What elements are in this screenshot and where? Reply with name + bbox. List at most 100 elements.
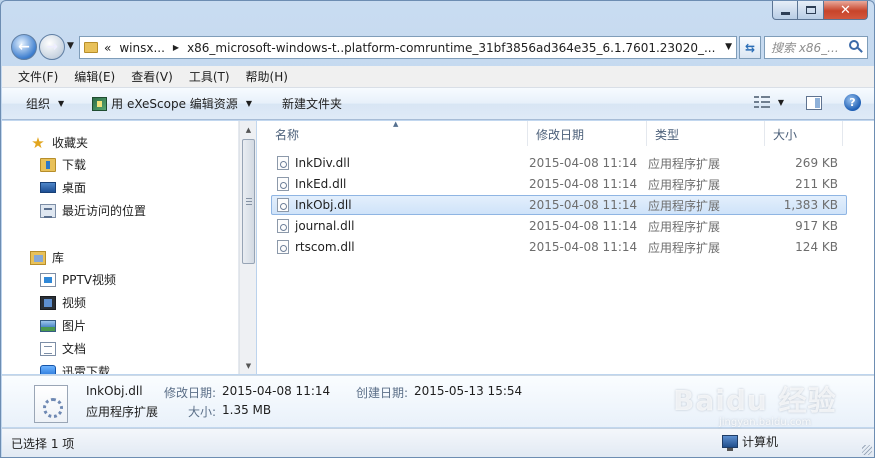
nav-item-desktop[interactable]: 桌面 — [40, 179, 86, 196]
details-size-label: 大小: — [188, 405, 217, 419]
file-name: InkEd.dll — [295, 177, 347, 191]
back-arrow-icon: ← — [18, 39, 30, 55]
nav-item-label: 迅雷下载 — [62, 365, 111, 374]
table-row[interactable]: InkEd.dll 2015-04-08 11:14 应用程序扩展 211 KB — [271, 174, 847, 194]
view-controls: ▼ ? — [753, 94, 861, 111]
chevron-down-icon: ▼ — [245, 99, 252, 108]
file-size: 211 KB — [795, 177, 838, 191]
help-icon[interactable]: ? — [844, 94, 861, 111]
nav-item-label: 收藏夹 — [52, 136, 89, 150]
back-button[interactable]: ← — [11, 34, 37, 60]
nav-item-label: 文档 — [62, 342, 87, 356]
file-size: 1,383 KB — [783, 198, 838, 212]
minimize-button[interactable] — [772, 1, 798, 20]
file-name: InkDiv.dll — [295, 156, 350, 170]
resize-grip-icon[interactable] — [862, 445, 872, 455]
table-row-selected[interactable]: InkObj.dll 2015-04-08 11:14 应用程序扩展 1,383… — [271, 195, 847, 215]
file-size: 917 KB — [795, 219, 838, 233]
table-row[interactable]: rtscom.dll 2015-04-08 11:14 应用程序扩展 124 K… — [271, 237, 847, 257]
organize-button[interactable]: 组织 ▼ — [16, 95, 74, 112]
minimize-icon — [780, 11, 790, 15]
address-dropdown-icon[interactable]: ▼ — [725, 42, 732, 52]
menu-help[interactable]: 帮助(H) — [246, 68, 288, 85]
new-folder-label: 新建文件夹 — [281, 97, 342, 111]
refresh-icon: ⇆ — [744, 40, 756, 55]
organize-label: 组织 — [26, 97, 51, 111]
downloads-folder-icon — [40, 157, 56, 172]
nav-item-label: PPTV视频 — [62, 273, 117, 287]
change-view-icon[interactable] — [753, 95, 770, 110]
nav-item-favorites[interactable]: ★ 收藏夹 — [30, 134, 88, 151]
breadcrumb-current-folder[interactable]: x86_microsoft-windows-t..platform-comrun… — [187, 41, 715, 55]
file-type: 应用程序扩展 — [648, 219, 721, 234]
status-bar: 已选择 1 项 计算机 — [2, 428, 874, 457]
dll-file-icon — [277, 177, 289, 191]
nav-item-downloads[interactable]: 下载 — [40, 156, 86, 173]
menu-edit[interactable]: 编辑(E) — [74, 68, 115, 85]
computer-location: 计算机 — [722, 433, 779, 451]
search-placeholder: 搜索 x86_... — [771, 41, 839, 55]
folder-icon — [84, 42, 98, 53]
column-header-size[interactable]: 大小 — [765, 121, 843, 146]
nav-item-libraries[interactable]: 库 — [30, 249, 64, 266]
nav-item-documents[interactable]: 文档 — [40, 340, 86, 357]
column-header-date[interactable]: 修改日期 — [528, 121, 647, 146]
view-options-dropdown-icon[interactable]: ▼ — [778, 98, 784, 107]
computer-label: 计算机 — [742, 435, 779, 449]
details-filetype: 应用程序扩展 — [86, 405, 159, 419]
nav-item-videos[interactable]: 视频 — [40, 294, 86, 311]
menu-view[interactable]: 查看(V) — [131, 68, 173, 85]
column-header-type[interactable]: 类型 — [647, 121, 765, 146]
maximize-button[interactable] — [798, 1, 824, 20]
dll-file-icon — [277, 219, 289, 233]
file-size: 124 KB — [795, 240, 838, 254]
breadcrumb-overflow[interactable]: « — [104, 41, 111, 55]
file-type: 应用程序扩展 — [648, 156, 721, 171]
file-name: InkObj.dll — [295, 198, 352, 212]
computer-icon — [722, 435, 738, 451]
scroll-up-icon[interactable]: ▲ — [240, 121, 257, 138]
breadcrumb-winsxs[interactable]: winsx... — [119, 41, 165, 55]
scroll-down-icon[interactable]: ▼ — [240, 357, 257, 374]
selection-count: 已选择 1 项 — [11, 437, 75, 451]
search-icon[interactable] — [849, 40, 863, 54]
nav-item-label: 下载 — [62, 158, 87, 172]
dll-file-icon — [277, 198, 289, 212]
command-bar: 组织 ▼ 用 eXeScope 编辑资源 ▼ 新建文件夹 ▼ ? — [2, 88, 874, 120]
menu-file[interactable]: 文件(F) — [18, 68, 58, 85]
navigation-row: ← → ▼ « winsx... ▶ x86_microsoft-windows… — [9, 33, 868, 61]
document-library-icon — [40, 341, 56, 356]
navigation-scrollbar[interactable]: ▲ ▼ — [239, 121, 256, 374]
close-button[interactable]: ✕ — [824, 1, 868, 20]
preview-pane-icon[interactable] — [806, 95, 822, 110]
dll-file-icon — [277, 240, 289, 254]
nav-item-label: 最近访问的位置 — [62, 204, 147, 218]
file-size: 269 KB — [795, 156, 838, 170]
table-row[interactable]: InkDiv.dll 2015-04-08 11:14 应用程序扩展 269 K… — [271, 153, 847, 173]
file-type: 应用程序扩展 — [648, 198, 721, 213]
nav-item-pictures[interactable]: 图片 — [40, 317, 86, 334]
search-input[interactable]: 搜索 x86_... — [764, 36, 868, 59]
nav-item-thunder-downloads[interactable]: 迅雷下载 — [40, 363, 110, 374]
recent-pages-dropdown[interactable]: ▼ — [67, 41, 74, 51]
video-library-icon — [40, 295, 56, 310]
column-header-label: 名称 — [275, 128, 300, 142]
nav-item-recent-places[interactable]: 最近访问的位置 — [40, 202, 146, 219]
forward-button[interactable]: → — [39, 34, 65, 60]
address-bar[interactable]: « winsx... ▶ x86_microsoft-windows-t..pl… — [79, 36, 737, 59]
file-date: 2015-04-08 11:14 — [529, 156, 638, 170]
navigation-pane: ★ 收藏夹 下载 桌面 最近访问的位置 库 PPTV视频 视频 图片 文档 迅雷… — [2, 121, 239, 374]
file-date: 2015-04-08 11:14 — [529, 240, 638, 254]
new-folder-button[interactable]: 新建文件夹 — [272, 95, 352, 112]
nav-item-pptv[interactable]: PPTV视频 — [40, 271, 116, 288]
file-date: 2015-04-08 11:14 — [529, 177, 638, 191]
breadcrumb-separator-icon[interactable]: ▶ — [173, 43, 179, 52]
column-header-name[interactable]: ▲ 名称 — [257, 120, 528, 146]
refresh-button[interactable]: ⇆ — [739, 36, 761, 59]
exescope-edit-button[interactable]: 用 eXeScope 编辑资源 ▼ — [82, 95, 262, 112]
file-name: rtscom.dll — [295, 240, 355, 254]
table-row[interactable]: journal.dll 2015-04-08 11:14 应用程序扩展 917 … — [271, 216, 847, 236]
menu-tools[interactable]: 工具(T) — [189, 68, 230, 85]
scrollbar-thumb[interactable] — [242, 139, 255, 264]
details-created-value: 2015-05-13 15:54 — [414, 384, 523, 398]
